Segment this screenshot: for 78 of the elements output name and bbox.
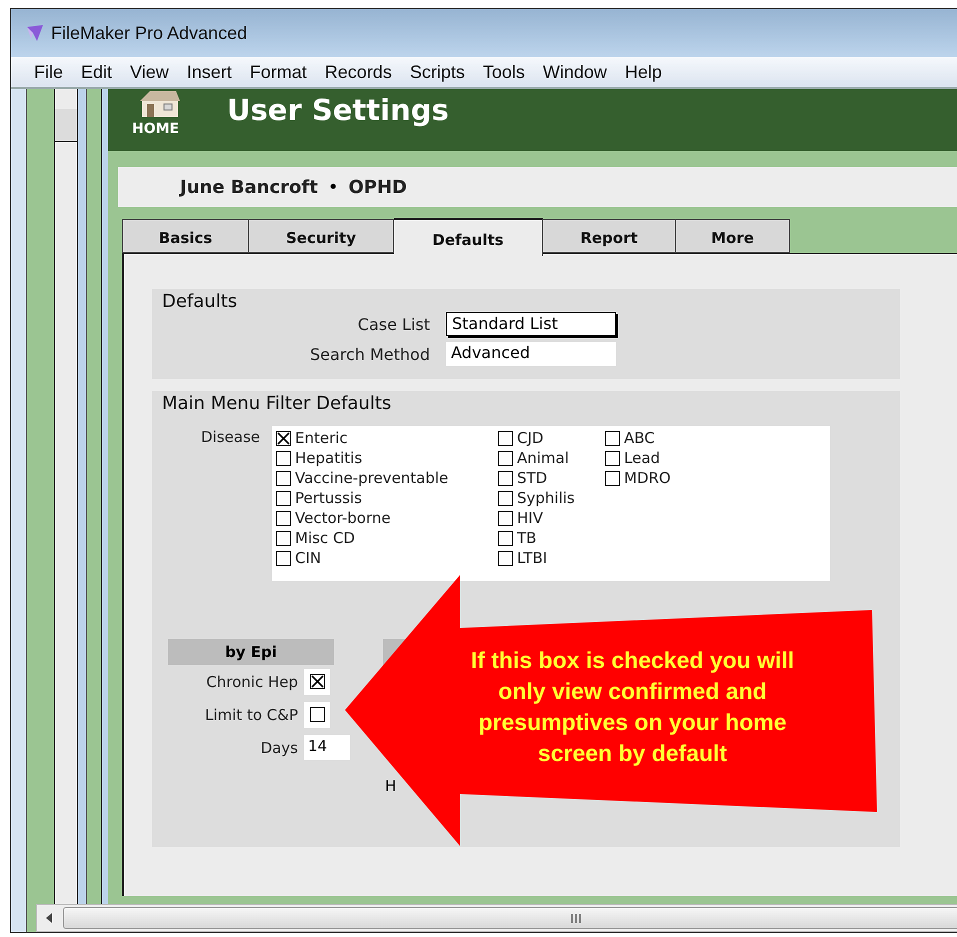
field-label: Chronic Hep (205, 672, 299, 690)
home-link[interactable]: HOME (132, 121, 180, 137)
input-field[interactable]: Standard List (446, 312, 616, 336)
horizontal-scrollbar[interactable] (36, 904, 957, 932)
window-title: FileMaker Pro Advanced (51, 22, 248, 44)
checkbox[interactable] (276, 490, 291, 506)
separator-dot: • (328, 176, 338, 198)
menu-item[interactable]: File (25, 62, 72, 82)
checkbox-label: CIN (295, 549, 322, 567)
scrollbar-thumb[interactable] (63, 907, 957, 929)
field-label: Disease (200, 427, 261, 448)
tab[interactable]: More (676, 219, 790, 253)
app-logo-icon (25, 23, 45, 43)
callout-text: If this box is checked you will only view confirmed and presumptives on your home screen by default (470, 646, 796, 768)
organization-name: OPHD (348, 176, 407, 198)
page-title: User Settings (227, 93, 449, 127)
checkbox-label: LTBI (517, 549, 548, 567)
tab[interactable]: Security (249, 219, 394, 253)
tab[interactable]: Basics (122, 219, 249, 253)
checkbox[interactable] (498, 430, 513, 446)
checkbox[interactable] (605, 430, 620, 446)
checkbox[interactable] (276, 550, 291, 566)
scroll-left-icon[interactable] (45, 913, 53, 923)
cross-mark-icon (310, 675, 324, 688)
menu-item[interactable]: Window (534, 62, 616, 82)
tab[interactable]: Report (543, 219, 676, 253)
field-label: Case List (356, 314, 431, 334)
checkbox[interactable] (498, 510, 513, 526)
checkbox-label: Animal (517, 449, 569, 467)
checkbox-label: STD (517, 469, 548, 487)
menu-item[interactable]: Records (316, 62, 401, 82)
checkbox[interactable] (276, 470, 291, 486)
checkbox[interactable] (498, 550, 513, 566)
checkbox-label: Lead (624, 449, 660, 467)
checkbox-label: Pertussis (295, 489, 362, 507)
input-field[interactable]: 14 (304, 735, 350, 760)
checkbox-label: HIV (517, 509, 543, 527)
section-title: Defaults (162, 291, 238, 312)
checkbox[interactable] (304, 702, 330, 728)
checkbox[interactable] (276, 530, 291, 546)
checkbox[interactable] (605, 450, 620, 466)
checkbox[interactable] (304, 668, 330, 694)
column-header: by Epi (168, 639, 334, 665)
menu-item[interactable]: Scripts (400, 62, 474, 82)
user-name: June Bancroft (180, 176, 318, 198)
cross-mark-icon (277, 432, 290, 444)
checkbox[interactable] (498, 530, 513, 546)
field-label: H (385, 777, 398, 795)
checkbox-label: Misc CD (295, 529, 355, 547)
field-label: Limit to C&P (204, 706, 299, 724)
checkbox[interactable] (498, 450, 513, 466)
checkbox-label: Enteric (295, 429, 348, 447)
menu-item[interactable]: View (121, 62, 178, 82)
checkbox-label: MDRO (624, 469, 671, 487)
checkbox-label: Vector-borne (295, 509, 391, 527)
checkbox-label: Vaccine-preventable (295, 469, 448, 487)
checkbox-label: Syphilis (517, 489, 575, 507)
checkbox[interactable] (276, 510, 291, 526)
checkbox[interactable] (276, 430, 291, 446)
checkbox-label: TB (517, 529, 536, 547)
checkbox[interactable] (605, 470, 620, 486)
checkbox[interactable] (498, 470, 513, 486)
checkbox-label: CJD (517, 429, 544, 447)
tab[interactable]: Defaults (394, 218, 543, 256)
checkbox-label: ABC (624, 429, 655, 447)
field-label: Search Method (308, 344, 431, 364)
menu-item[interactable]: Help (616, 62, 671, 82)
menu-item[interactable]: Format (240, 62, 316, 82)
menu-item[interactable]: Insert (178, 62, 241, 82)
section-title: Main Menu Filter Defaults (162, 393, 392, 414)
checkbox[interactable] (276, 450, 291, 466)
field-label: Days (260, 738, 299, 756)
grip-icon (571, 914, 581, 922)
menu-item[interactable]: Edit (72, 62, 122, 82)
checkbox-label: Hepatitis (295, 449, 362, 467)
input-field[interactable]: Advanced (446, 342, 616, 366)
checkbox[interactable] (498, 490, 513, 506)
menu-item[interactable]: Tools (474, 62, 534, 82)
